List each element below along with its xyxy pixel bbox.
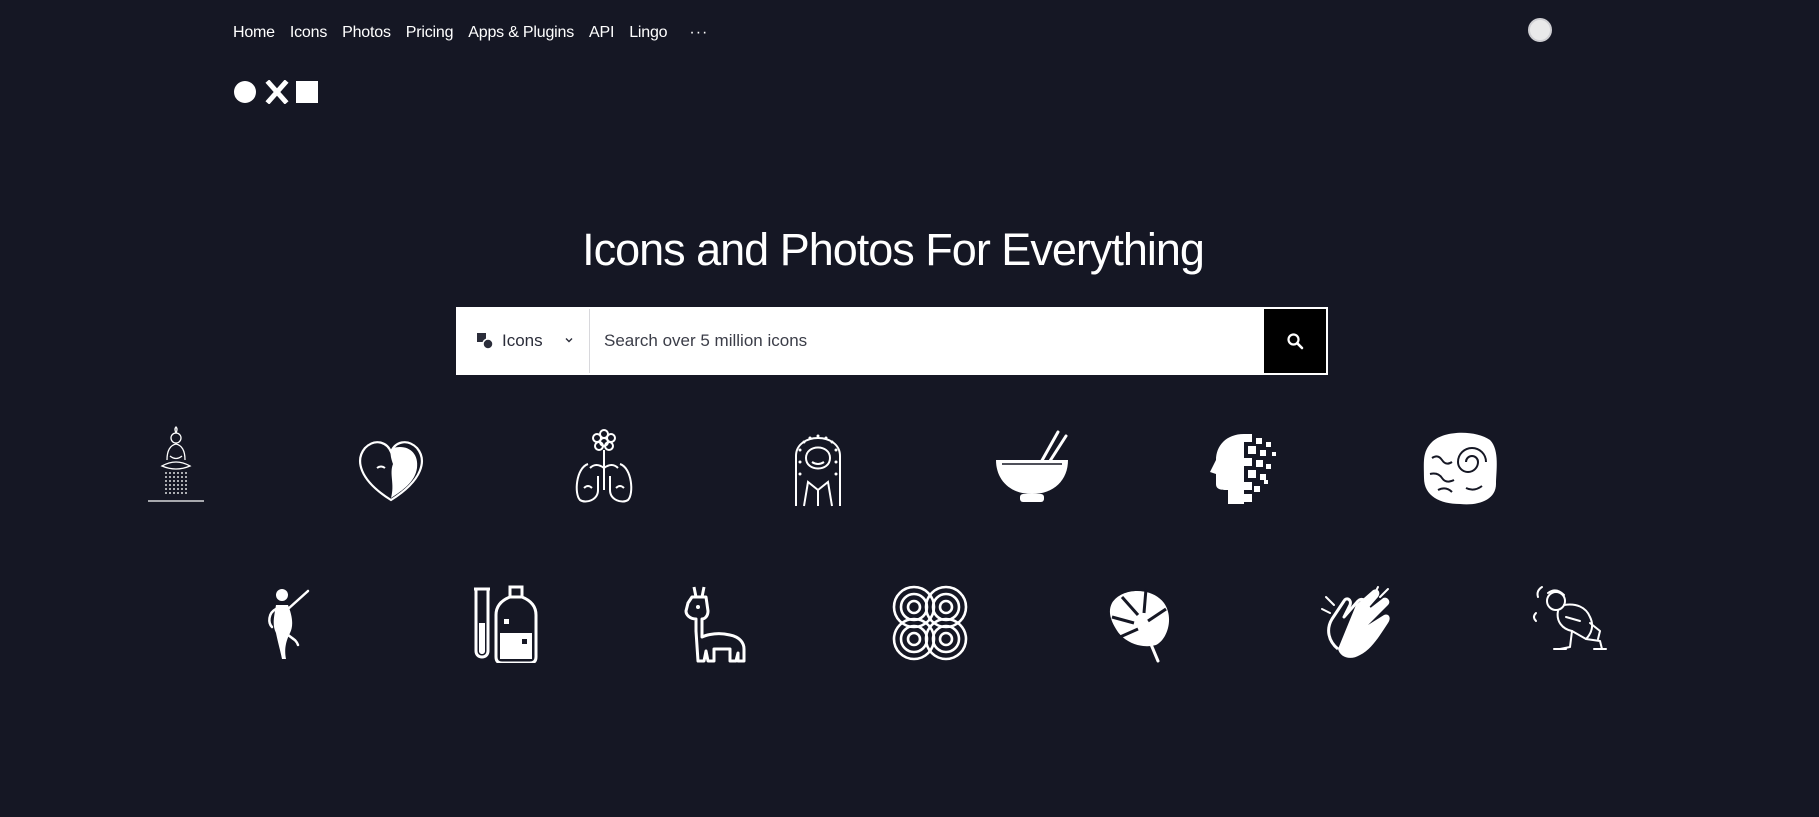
test-tube-bottle-icon[interactable] bbox=[460, 583, 544, 663]
more-menu-button[interactable]: ··· bbox=[689, 24, 708, 42]
search-button[interactable] bbox=[1264, 309, 1326, 373]
search-input[interactable] bbox=[590, 309, 1264, 373]
nav-pricing[interactable]: Pricing bbox=[406, 24, 454, 42]
nav-home[interactable]: Home bbox=[233, 24, 275, 42]
monstera-leaf-icon[interactable] bbox=[1102, 583, 1186, 663]
dancer-icon[interactable] bbox=[246, 583, 330, 663]
nav-icons[interactable]: Icons bbox=[290, 24, 327, 42]
clapping-hands-icon[interactable] bbox=[1316, 583, 1400, 663]
crouching-person-icon[interactable] bbox=[1530, 583, 1614, 663]
search-type-label: Icons bbox=[502, 331, 543, 350]
nav-api[interactable]: API bbox=[589, 24, 614, 42]
meditating-buddha-icon[interactable] bbox=[134, 426, 218, 506]
nav-photos[interactable]: Photos bbox=[342, 24, 391, 42]
flower-lungs-icon[interactable] bbox=[562, 428, 646, 508]
ammonite-fossil-icon[interactable] bbox=[1418, 428, 1502, 508]
search-bar: Icons bbox=[456, 307, 1328, 375]
search-type-dropdown[interactable]: Icons bbox=[458, 309, 590, 373]
nav-lingo[interactable]: Lingo bbox=[629, 24, 667, 42]
top-nav: Home Icons Photos Pricing Apps & Plugins… bbox=[233, 22, 708, 44]
bowl-chopsticks-icon[interactable] bbox=[990, 428, 1074, 508]
interlocking-circles-icon[interactable] bbox=[888, 583, 972, 663]
woman-portrait-icon[interactable] bbox=[776, 428, 860, 508]
llama-icon[interactable] bbox=[674, 583, 758, 663]
chevron-down-icon bbox=[565, 338, 573, 343]
heart-face-icon[interactable] bbox=[349, 428, 433, 508]
pixelated-head-icon[interactable] bbox=[1204, 428, 1288, 508]
logo[interactable] bbox=[234, 80, 320, 104]
page-title: Icons and Photos For Everything bbox=[582, 224, 1205, 275]
avatar[interactable] bbox=[1528, 18, 1552, 42]
search-icon bbox=[1287, 333, 1304, 350]
nav-apps-plugins[interactable]: Apps & Plugins bbox=[468, 24, 574, 42]
icons-type-icon bbox=[477, 333, 494, 350]
